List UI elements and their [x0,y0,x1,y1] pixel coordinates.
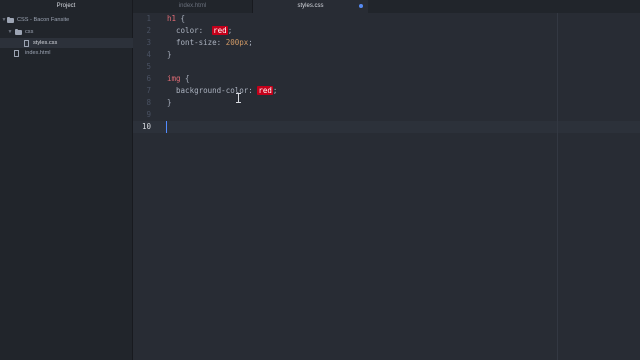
chevron-down-icon: ▼ [7,29,13,35]
code-line-6: img { [167,73,190,85]
wrap-guide [557,13,558,360]
line-number-active: 10 [141,122,151,131]
line-number: 2 [146,26,151,35]
current-line-highlight [133,121,640,133]
code-line-4: } [167,49,172,61]
line-number: 1 [146,14,151,23]
tree-file-index-label: index.html [25,50,51,56]
css-value-highlighted: red [212,26,228,35]
tree-file-index-html[interactable]: index.html [0,48,133,58]
code-line-7: background-color: red; [167,85,277,97]
tree-file-styles-css[interactable]: styles.css [0,38,133,48]
css-property: background-color: [167,86,258,95]
code-brace: { [176,14,186,23]
code-line-1: h1 { [167,13,185,25]
code-line-8: } [167,97,172,109]
file-icon [14,50,19,57]
tab-bar: Project index.html styles.css [0,0,640,13]
file-icon [24,40,29,47]
css-value-highlighted: red [257,86,273,95]
text-cursor [166,121,167,133]
css-selector: h1 [167,14,177,23]
modified-dot-icon[interactable] [359,4,363,8]
css-value-number: 200px [225,38,249,47]
code-semicolon: ; [272,86,278,95]
code-brace: { [180,74,190,83]
line-number: 3 [146,38,151,47]
code-editor[interactable]: 1 2 3 4 5 6 7 8 9 10 h1 { color: red; fo… [133,13,640,360]
line-number: 7 [146,86,151,95]
css-selector: img [167,74,181,83]
line-number: 5 [146,62,151,71]
css-property: color: [167,26,213,35]
tree-folder-css[interactable]: ▼ css [0,27,133,37]
code-semicolon: ; [248,38,253,47]
tab-styles-css[interactable]: styles.css [253,0,368,13]
tree-folder-css-label: css [25,29,34,35]
code-line-3: font-size: 200px; [167,37,253,49]
folder-icon [15,29,22,35]
project-sidebar: ▼ CSS - Bacon Fansite ▼ css styles.css i… [0,13,133,360]
code-brace: } [167,98,172,107]
ibeam-cursor-icon [235,93,241,103]
line-number: 6 [146,74,151,83]
tree-file-styles-label: styles.css [33,40,58,46]
line-number: 4 [146,50,151,59]
tab-styles-label: styles.css [297,3,324,9]
line-number: 9 [146,110,151,119]
code-brace: } [167,50,172,59]
tree-root-folder[interactable]: ▼ CSS - Bacon Fansite [0,15,133,25]
line-number-gutter: 1 2 3 4 5 6 7 8 9 10 [133,13,151,360]
line-number: 8 [146,98,151,107]
folder-icon [7,17,14,23]
tab-bar-empty [368,0,640,13]
tree-root-label: CSS - Bacon Fansite [17,17,70,23]
tab-index-html[interactable]: index.html [133,0,253,13]
code-semicolon: ; [227,26,233,35]
tab-project[interactable]: Project [0,0,133,13]
css-property: font-size: [167,38,226,47]
code-line-2: color: red; [167,25,232,37]
